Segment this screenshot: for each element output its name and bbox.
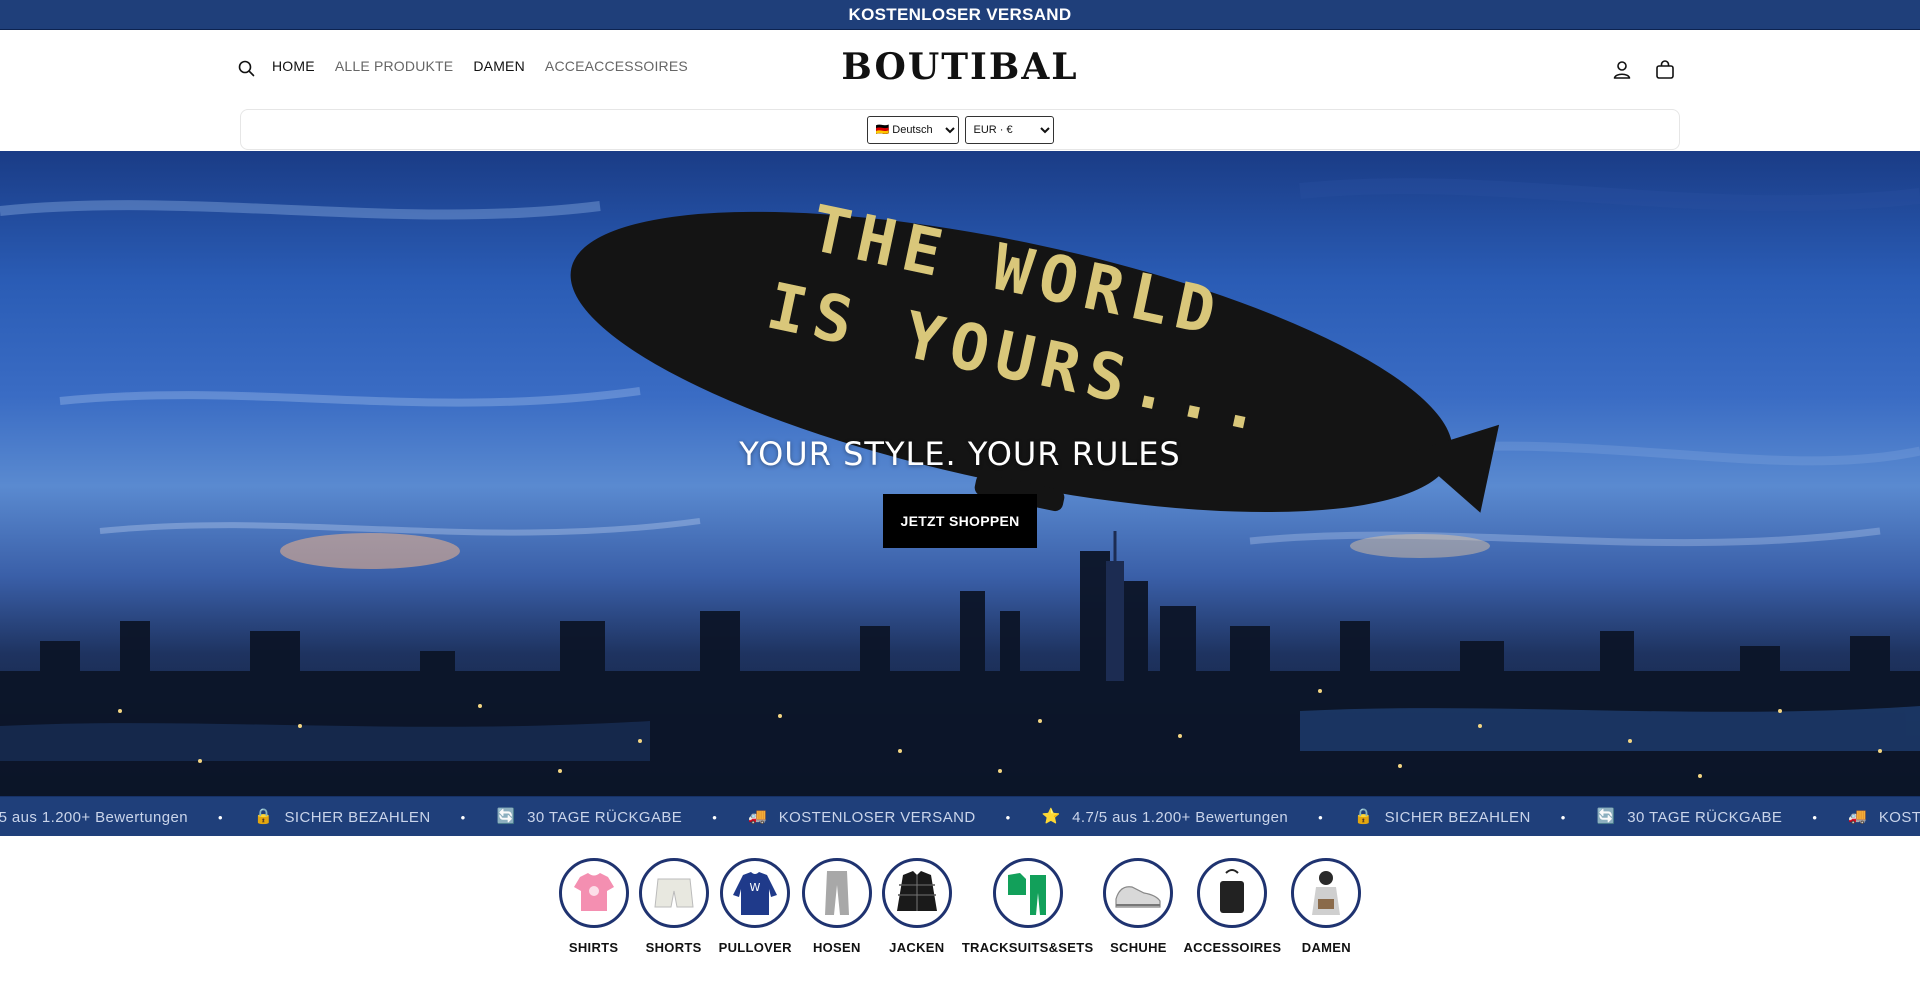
- ticker-emoji-icon: ⭐: [1041, 808, 1061, 825]
- sweater-icon[interactable]: W: [720, 858, 791, 928]
- category-label: DAMEN: [1301, 940, 1351, 955]
- category-item[interactable]: ACCESSOIRES: [1183, 858, 1281, 968]
- category-item[interactable]: SHORTS: [638, 858, 709, 968]
- hero-banner: THE WORLD IS YOURS... YOUR STYLE. YOUR R…: [0, 151, 1920, 796]
- category-item[interactable]: JACKEN: [881, 858, 952, 968]
- category-strip: SHIRTS SHORTS W PULLOVER HOSEN JACKEN TRACKSUI…: [0, 858, 1920, 968]
- category-item[interactable]: TRACKSUITS&SETS: [962, 858, 1094, 968]
- category-label: SCHUHE: [1110, 940, 1167, 955]
- ticker-item: 🔄 30 TAGE RÜCKGABE: [495, 808, 682, 826]
- hero-tagline: YOUR STYLE. YOUR RULES: [739, 435, 1181, 473]
- ticker-track: ⭐ 4.7/5 aus 1.200+ Bewertungen • 🔒 SICHER BE…: [0, 797, 1920, 836]
- bag-icon[interactable]: [1653, 58, 1677, 82]
- category-label: TRACKSUITS&SETS: [961, 940, 1094, 955]
- ticker-text: 30 TAGE RÜCKGABE: [527, 808, 683, 826]
- announcement-text: KOSTENLOSER VERSAND: [848, 4, 1072, 24]
- shorts-icon[interactable]: [638, 858, 709, 928]
- pants-icon[interactable]: [801, 858, 872, 928]
- tracksuit-icon[interactable]: [992, 858, 1063, 928]
- ticker-text: KOSTENLOSER VERSAND: [1878, 808, 1920, 826]
- category-item[interactable]: HOSEN: [801, 858, 872, 968]
- currency-select[interactable]: EUR · €: [964, 115, 1054, 144]
- shop-now-button[interactable]: JETZT SHOPPEN: [883, 494, 1037, 548]
- main-nav: HOME ALLE PRODUKTE DAMEN ACCEACCESSOIRES: [272, 58, 688, 74]
- ticker-emoji-icon: 🔒: [253, 808, 274, 825]
- ticker-separator: •: [217, 809, 223, 825]
- category-item[interactable]: SHIRTS: [558, 858, 629, 968]
- ticker-emoji-icon: 🚚: [1848, 808, 1868, 825]
- ticker-text: KOSTENLOSER VERSAND: [778, 808, 976, 826]
- ticker-item: 🔒 SICHER BEZAHLEN: [1353, 808, 1531, 826]
- ticker-emoji-icon: 🚚: [748, 808, 768, 825]
- category-label: HOSEN: [812, 940, 861, 955]
- svg-text:W: W: [750, 881, 761, 894]
- ticker-item: 🚚 KOSTENLOSER VERSAND: [1847, 808, 1920, 826]
- ticker-emoji-icon: 🔄: [496, 808, 516, 825]
- announcement-bar: KOSTENLOSER VERSAND: [0, 0, 1920, 30]
- nav-all-products[interactable]: ALLE PRODUKTE: [335, 58, 454, 74]
- category-item[interactable]: DAMEN: [1291, 858, 1362, 968]
- category-label: PULLOVER: [718, 940, 792, 955]
- locale-bar: 🇩🇪 Deutsch EUR · €: [240, 109, 1680, 150]
- nav-home[interactable]: HOME: [272, 58, 315, 74]
- women-icon[interactable]: [1291, 858, 1362, 928]
- hero-illustration: THE WORLD IS YOURS...: [0, 178, 1920, 796]
- ticker-text: 4.7/5 aus 1.200+ Bewertungen: [1072, 808, 1289, 826]
- ticker-separator: •: [1318, 809, 1323, 825]
- site-logo[interactable]: BOUTIBAL: [841, 46, 1078, 88]
- ticker-item: 🚚 KOSTENLOSER VERSAND: [747, 808, 976, 826]
- category-label: SHORTS: [645, 940, 702, 955]
- jacket-icon[interactable]: [881, 858, 952, 928]
- category-item[interactable]: SCHUHE: [1103, 858, 1174, 968]
- language-select[interactable]: 🇩🇪 Deutsch: [866, 115, 959, 144]
- ticker-text: SICHER BEZAHLEN: [284, 808, 431, 826]
- nav-damen[interactable]: DAMEN: [473, 58, 525, 74]
- ticker-text: 30 TAGE RÜCKGABE: [1627, 808, 1783, 826]
- nav-accessories[interactable]: ACCEACCESSOIRES: [545, 58, 688, 74]
- ticker-item: ⭐ 4.7/5 aus 1.200+ Bewertungen: [1040, 808, 1288, 826]
- category-label: ACCESSOIRES: [1183, 940, 1282, 955]
- user-icon[interactable]: [1610, 58, 1634, 82]
- ticker-item: 🔒 SICHER BEZAHLEN: [253, 808, 431, 826]
- ticker-separator: •: [712, 809, 717, 825]
- ticker-text: 4.7/5 aus 1.200+ Bewertungen: [0, 808, 188, 826]
- category-item[interactable]: W PULLOVER: [719, 858, 792, 968]
- ticker-separator: •: [1560, 809, 1566, 825]
- ticker-emoji-icon: 🔒: [1354, 808, 1374, 825]
- ticker-separator: •: [460, 809, 466, 825]
- ticker-text: SICHER BEZAHLEN: [1384, 808, 1531, 826]
- category-label: SHIRTS: [568, 940, 619, 955]
- ticker-separator: •: [1812, 809, 1817, 825]
- category-label: JACKEN: [889, 940, 945, 955]
- ticker-item: 🔄 30 TAGE RÜCKGABE: [1595, 808, 1782, 826]
- usp-ticker: ⭐ 4.7/5 aus 1.200+ Bewertungen • 🔒 SICHER BE…: [0, 796, 1920, 836]
- ticker-separator: •: [1005, 809, 1011, 825]
- sneaker-icon[interactable]: [1103, 858, 1174, 928]
- site-header: HOME ALLE PRODUKTE DAMEN ACCEACCESSOIRES…: [0, 30, 1920, 108]
- bag-accessory-icon[interactable]: [1197, 858, 1268, 928]
- ticker-emoji-icon: 🔄: [1596, 808, 1616, 825]
- ticker-item: ⭐4.7/5 aus 1.200+ Bewertungen: [0, 808, 188, 826]
- tshirt-icon[interactable]: [558, 858, 629, 928]
- search-icon[interactable]: [236, 58, 258, 80]
